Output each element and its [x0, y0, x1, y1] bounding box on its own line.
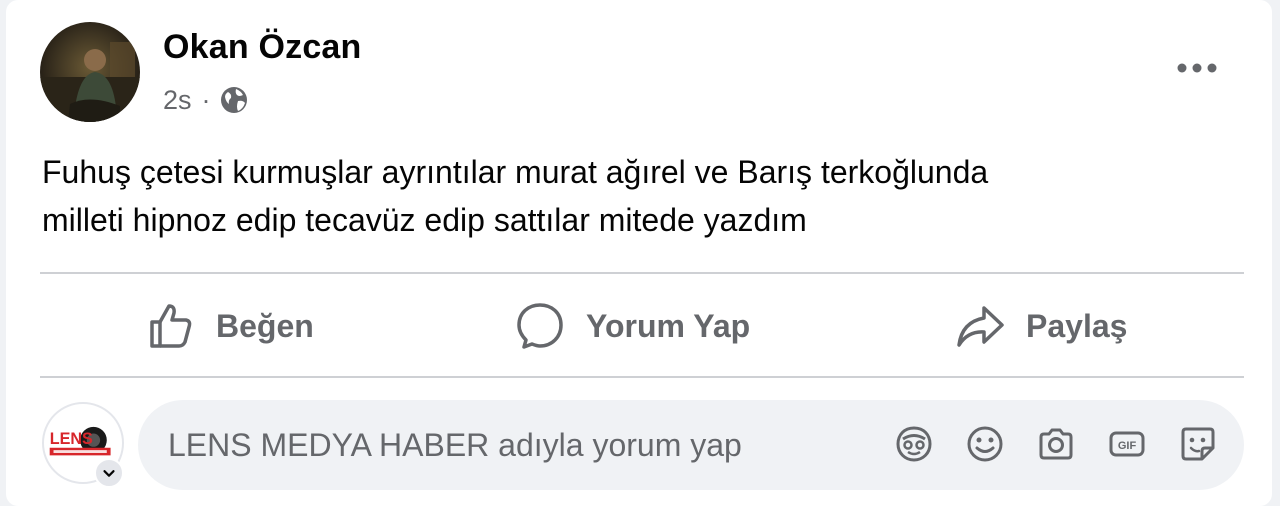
author-avatar[interactable]: [40, 22, 140, 122]
avatar-sticker-button[interactable]: [892, 422, 936, 466]
photo-button[interactable]: [1034, 422, 1078, 466]
svg-text:LENS: LENS: [50, 430, 93, 448]
post-text-line: milleti hipnoz edip tecavüz edip sattıla…: [42, 202, 807, 238]
author-name[interactable]: Okan Özcan: [163, 28, 362, 67]
divider: [40, 272, 1244, 274]
more-options-button[interactable]: [1174, 52, 1220, 84]
comment-composer: GIF: [138, 400, 1244, 490]
svg-text:GIF: GIF: [1118, 440, 1137, 452]
comment-button[interactable]: Yorum Yap: [514, 294, 750, 358]
post-meta: 2s ·: [163, 82, 249, 118]
sticker-button[interactable]: [1176, 422, 1220, 466]
like-button[interactable]: Beğen: [144, 294, 314, 358]
comment-icon: [517, 303, 563, 349]
camera-icon: [1039, 428, 1073, 460]
comment-label: Yorum Yap: [586, 307, 751, 344]
more-options-icon: [1177, 63, 1217, 73]
emoji-icon: [967, 426, 1003, 462]
post-text: Fuhuş çetesi kurmuşlar ayrıntılar murat …: [42, 148, 1252, 244]
post-time[interactable]: 2s: [163, 85, 192, 116]
post-actions: Beğen Yorum Yap Paylaş: [40, 276, 1244, 376]
like-label: Beğen: [216, 307, 314, 344]
globe-icon[interactable]: [219, 85, 249, 115]
share-label: Paylaş: [1026, 307, 1128, 344]
thumbs-up-icon: [150, 304, 192, 348]
gif-button[interactable]: GIF: [1105, 422, 1149, 466]
switch-profile-button[interactable]: [94, 458, 124, 488]
share-button[interactable]: Paylaş: [954, 294, 1127, 358]
chevron-down-icon: [103, 470, 115, 477]
post-text-line: Fuhuş çetesi kurmuşlar ayrıntılar murat …: [42, 154, 989, 190]
comment-input[interactable]: [168, 416, 868, 474]
gif-icon: GIF: [1109, 431, 1145, 457]
share-icon: [957, 306, 1004, 347]
emoji-button[interactable]: [963, 422, 1007, 466]
meta-separator: ·: [201, 84, 211, 115]
sticker-icon: [1181, 427, 1215, 461]
divider: [40, 376, 1244, 378]
comment-tools: GIF: [892, 422, 1220, 468]
avatar-sticker-icon: [896, 426, 932, 462]
post-card: Okan Özcan 2s · Fuhuş çetesi kurmuşlar a…: [6, 0, 1272, 506]
